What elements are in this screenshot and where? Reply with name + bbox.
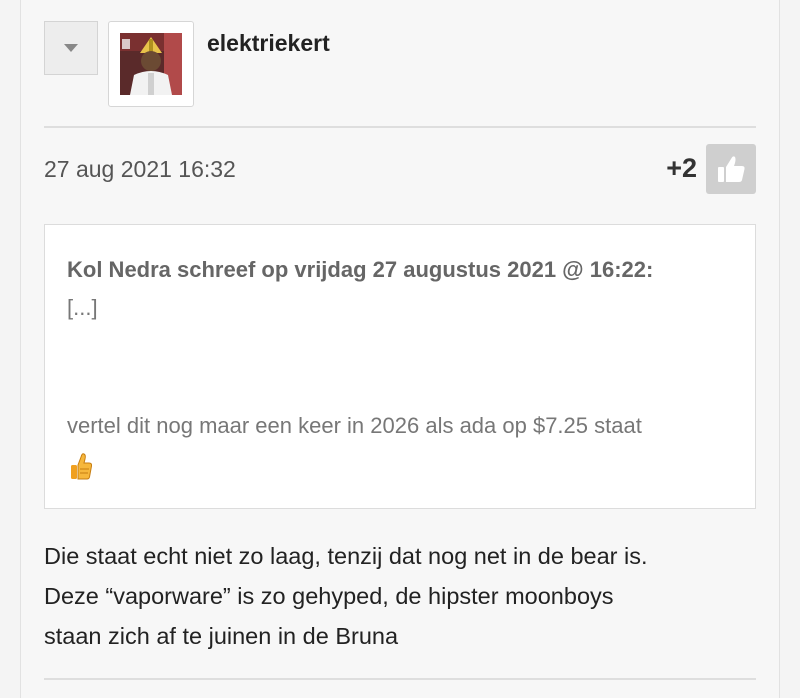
quote-attribution[interactable]: Kol Nedra schreef op vrijdag 27 augustus… — [67, 257, 653, 283]
quote-ellipsis: [...] — [67, 295, 98, 320]
vote-score: +2 — [666, 153, 697, 183]
post-body: Die staat echt niet zo laag, tenzij dat … — [44, 536, 756, 656]
collapse-button[interactable] — [44, 21, 98, 75]
divider — [44, 678, 756, 680]
username[interactable]: elektriekert — [207, 30, 330, 57]
thumbs-up-icon — [718, 156, 745, 182]
quote-block: Kol Nedra schreef op vrijdag 27 augustus… — [44, 224, 756, 509]
quote-text: vertel dit nog maar een keer in 2026 als… — [67, 413, 642, 438]
user-avatar-image — [120, 33, 182, 95]
avatar[interactable] — [108, 21, 194, 107]
thumbs-up-emoji-icon — [71, 453, 93, 480]
post-body-line: staan zich af te juinen in de Bruna — [44, 623, 399, 649]
post-body-line: Die staat echt niet zo laag, tenzij dat … — [44, 543, 648, 569]
like-button[interactable] — [706, 144, 756, 194]
chevron-down-icon — [64, 44, 78, 52]
post-timestamp: 27 aug 2021 16:32 — [44, 156, 236, 182]
post-body-line: Deze “vaporware” is zo gehyped, de hipst… — [44, 583, 614, 609]
divider — [44, 126, 756, 128]
